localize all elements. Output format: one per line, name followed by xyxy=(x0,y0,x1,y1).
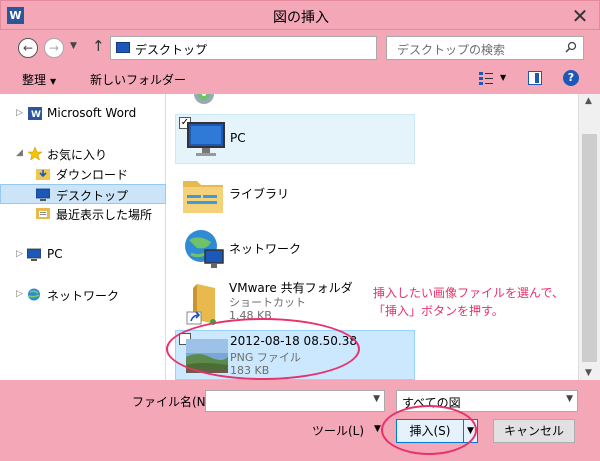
expand-arrow-icon[interactable]: ▷ xyxy=(16,249,23,259)
sidebar-item-microsoft-word[interactable]: ▷ W Microsoft Word xyxy=(0,104,166,124)
sidebar-item-desktop[interactable]: デスクトップ xyxy=(0,184,166,204)
tools-dropdown-icon[interactable]: ▼ xyxy=(374,424,381,434)
svg-text:W: W xyxy=(31,110,41,120)
organize-button[interactable]: 整理 ▼ xyxy=(22,71,56,88)
caret-down-icon: ▼ xyxy=(50,77,57,86)
file-type: PNG ファイル xyxy=(230,351,301,364)
file-item-pc[interactable]: ✓ PC xyxy=(175,114,415,164)
sidebar-item-downloads[interactable]: ダウンロード xyxy=(0,164,166,184)
address-bar[interactable]: デスクトップ › ▼ ↻ xyxy=(110,36,470,60)
new-folder-button[interactable]: 新しいフォルダー xyxy=(90,71,186,88)
sidebar-item-label: PC xyxy=(47,247,63,261)
sidebar-item-label: お気に入り xyxy=(47,148,108,162)
recent-places-icon xyxy=(36,208,50,219)
expand-arrow-icon[interactable]: ▷ xyxy=(16,289,23,299)
sidebar-item-recent-places[interactable]: 最近表示した場所 xyxy=(0,204,166,224)
star-icon xyxy=(28,147,42,160)
file-item-network[interactable]: ネットワーク xyxy=(175,224,415,274)
desktop-icon xyxy=(116,42,130,53)
close-button[interactable]: ✕ xyxy=(569,5,591,27)
help-icon[interactable]: ? xyxy=(563,70,579,86)
pc-monitor-icon xyxy=(187,122,225,156)
file-type: ショートカット xyxy=(229,296,306,309)
chevron-down-icon[interactable]: ▼ xyxy=(566,394,573,404)
shortcut-folder-icon xyxy=(186,284,216,325)
sidebar-item-favorites[interactable]: ◢ お気に入り xyxy=(0,144,166,164)
file-item-png-image[interactable]: 2012-08-18 08.50.38 PNG ファイル 183 KB xyxy=(175,330,415,380)
tools-button[interactable]: ツール(L) xyxy=(312,422,364,439)
search-icon[interactable] xyxy=(565,41,577,53)
file-item-libraries[interactable]: ライブラリ xyxy=(175,169,415,219)
file-list: ✓ PC ライブラリ ネットワーク VMware 共有フォルダ ショートカット … xyxy=(167,94,578,380)
up-button[interactable]: ↑ xyxy=(92,37,105,55)
file-name: ライブラリ xyxy=(229,187,290,201)
pc-icon xyxy=(27,248,41,261)
filename-dropdown-icon[interactable]: ▼ xyxy=(373,394,380,404)
scroll-up-arrow-icon[interactable]: ▲ xyxy=(585,96,592,106)
organize-label: 整理 xyxy=(22,73,47,87)
annotation-line-2: 「挿入」ボタンを押す。 xyxy=(373,304,504,318)
scroll-down-arrow-icon[interactable]: ▼ xyxy=(585,368,592,378)
filename-label: ファイル名(N): xyxy=(132,395,215,409)
expand-arrow-icon[interactable]: ▷ xyxy=(16,108,23,118)
network-globe-icon xyxy=(185,230,224,268)
vertical-scrollbar[interactable]: ▲ ▼ xyxy=(578,94,600,380)
dialog-footer: ファイル名(N): ▼ すべての図 ▼ ツール(L) ▼ 挿入(S) ▼ キャン… xyxy=(0,380,600,461)
media-icon xyxy=(194,94,214,104)
download-folder-icon xyxy=(36,169,50,180)
sidebar-item-label: 最近表示した場所 xyxy=(56,208,153,222)
search-placeholder: デスクトップの検索 xyxy=(397,43,506,57)
instruction-annotation: 挿入したい画像ファイルを選んで、 「挿入」ボタンを押す。 xyxy=(373,284,564,320)
sidebar-item-network[interactable]: ▷ ネットワーク xyxy=(0,285,166,305)
file-name: ネットワーク xyxy=(229,242,302,256)
recent-locations-dropdown[interactable]: ▼ xyxy=(70,41,77,51)
address-row: ← → ▼ ↑ デスクトップ › ▼ ↻ デスクトップの検索 xyxy=(0,30,600,64)
network-icon xyxy=(28,288,40,301)
back-button[interactable]: ← xyxy=(18,38,38,58)
sidebar-item-label: デスクトップ xyxy=(56,189,129,203)
insert-options-dropdown[interactable]: ▼ xyxy=(464,419,478,443)
forward-button[interactable]: → xyxy=(44,38,64,58)
file-size: 1.48 KB xyxy=(229,309,272,322)
collapse-arrow-icon[interactable]: ◢ xyxy=(16,148,23,158)
libraries-folder-icon xyxy=(183,181,223,213)
title-bar: W 図の挿入 ✕ xyxy=(0,0,600,30)
scroll-thumb[interactable] xyxy=(582,134,597,362)
filename-field[interactable]: ▼ xyxy=(205,390,385,412)
sidebar-item-label: ダウンロード xyxy=(56,168,129,182)
file-type-select[interactable]: すべての図 ▼ xyxy=(396,390,578,412)
view-options-icon[interactable] xyxy=(478,71,494,85)
sidebar-item-label: ネットワーク xyxy=(47,289,120,303)
image-thumbnail xyxy=(186,339,228,373)
sidebar-item-label: Microsoft Word xyxy=(47,106,137,120)
file-size: 183 KB xyxy=(230,364,270,377)
command-bar: 整理 ▼ 新しいフォルダー ▼ ? xyxy=(0,64,600,94)
file-type-value: すべての図 xyxy=(402,396,461,410)
preview-pane-icon[interactable] xyxy=(528,71,542,85)
view-dropdown[interactable]: ▼ xyxy=(500,73,506,82)
file-name: 2012-08-18 08.50.38 xyxy=(230,334,357,348)
file-name: PC xyxy=(230,131,246,145)
search-input[interactable]: デスクトップの検索 xyxy=(386,36,584,60)
insert-button[interactable]: 挿入(S) xyxy=(396,419,464,443)
chevron-right-icon[interactable]: › xyxy=(197,41,201,52)
navigation-pane: ▷ W Microsoft Word ◢ お気に入り ダウンロード デスクトップ… xyxy=(0,94,166,380)
word-icon: W xyxy=(28,107,42,120)
window-title: 図の挿入 xyxy=(273,10,329,26)
sidebar-item-pc[interactable]: ▷ PC xyxy=(0,245,166,265)
annotation-line-1: 挿入したい画像ファイルを選んで、 xyxy=(373,286,564,300)
desktop-icon xyxy=(36,188,50,201)
cancel-button[interactable]: キャンセル xyxy=(493,419,575,443)
